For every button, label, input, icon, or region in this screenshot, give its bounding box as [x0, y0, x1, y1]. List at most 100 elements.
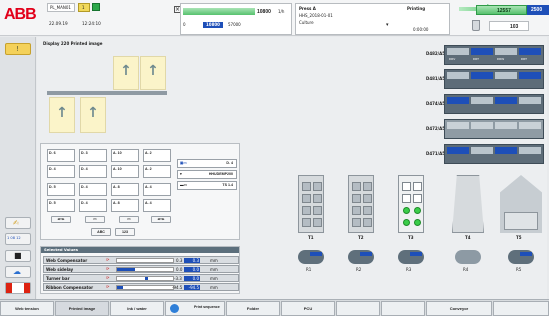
tower-unit — [352, 218, 361, 227]
plate-cell[interactable]: A. 2 — [143, 149, 171, 162]
plate-cell[interactable]: D. 5 — [47, 183, 75, 196]
header-time: 12:24:10 — [82, 21, 101, 26]
plate-cell[interactable]: D. 6 — [47, 149, 75, 162]
press-status: Printing — [407, 6, 426, 11]
up-arrow-icon: ↑ — [120, 63, 132, 79]
value-row[interactable]: Web sidelay ⟳ 0.0 0.0 mm — [43, 265, 239, 273]
side-field[interactable]: ▾ HHUDEMP200 — [177, 170, 237, 179]
plate-cell[interactable]: D. 4 — [79, 199, 107, 212]
reel-stand[interactable] — [348, 250, 374, 264]
value-slider[interactable] — [116, 285, 174, 290]
trash-icon[interactable] — [472, 20, 480, 31]
tile-cell — [519, 97, 541, 104]
reel-stand[interactable] — [298, 250, 324, 264]
side-field[interactable]: ▬▭ TS 1.4 — [177, 181, 237, 190]
printing-tower[interactable] — [348, 175, 374, 233]
tab-empty[interactable] — [336, 301, 380, 316]
value-row[interactable]: Ribbon Compensator ⟳ -94.5 -94.5 mm — [43, 283, 239, 291]
chevron-icon: ⟳ — [106, 275, 110, 280]
reel-indicator — [310, 252, 322, 256]
counter-good-value: 12557 — [497, 8, 511, 14]
plate-cell[interactable]: A. 10 — [111, 165, 139, 178]
page-sheet[interactable]: ↑ — [80, 97, 106, 133]
page-sheet[interactable]: ↑ — [113, 56, 139, 90]
tab-folder[interactable]: Folder — [226, 301, 280, 316]
reel-stand[interactable] — [508, 250, 534, 264]
next-button[interactable]: ◂▭▸ — [151, 216, 171, 223]
printing-tower[interactable] — [298, 175, 324, 233]
value-set: 0.0 — [192, 276, 199, 281]
value-unit: mm — [210, 276, 218, 281]
tab-label: Print sequence — [194, 305, 220, 309]
plate-cell[interactable]: A. 8 — [111, 183, 139, 196]
plate-cell[interactable]: A. 2 — [143, 165, 171, 178]
plate-cell[interactable]: D. 3 — [79, 149, 107, 162]
plate-cell[interactable]: D. 4 — [79, 183, 107, 196]
network-button[interactable]: 1 08 12 — [5, 233, 31, 245]
speed-panel: 10800 1/h 0 10800 57000 — [180, 3, 292, 35]
move-button[interactable]: ▭ — [119, 216, 139, 223]
value-set: -94.5 — [188, 285, 199, 290]
value-row[interactable]: Turner bar ⟳ -3.3 0.0 mm — [43, 274, 239, 282]
plate-cell[interactable]: A. 4 — [143, 183, 171, 196]
position-label: D471/A5 — [426, 151, 446, 156]
chevron-down-icon[interactable]: ▾ — [386, 23, 389, 28]
position-tile[interactable] — [444, 144, 544, 164]
signature-button[interactable]: ✍ — [5, 217, 31, 229]
tab-web-tension[interactable]: Web tension — [0, 301, 54, 316]
numeric-button[interactable]: 123 — [115, 228, 135, 236]
plate-cell[interactable]: A. 4 — [143, 199, 171, 212]
language-button[interactable] — [5, 282, 31, 294]
page-sheet[interactable]: ↑ — [140, 56, 166, 90]
plate-cell[interactable]: D. 4 — [79, 165, 107, 178]
position-tile[interactable] — [444, 119, 544, 139]
reel-label: R3 — [406, 267, 412, 272]
selected-values-title: Selected Values — [44, 247, 78, 252]
reel-stand[interactable] — [455, 250, 481, 264]
position-tile[interactable] — [444, 94, 544, 114]
up-arrow-icon: ↑ — [56, 105, 68, 121]
value-row[interactable]: Web Compensator ⟳ 0.3 0.3 mm — [43, 256, 239, 264]
tab-ink-water[interactable]: Ink / water — [110, 301, 164, 316]
plate-cell[interactable]: A. 8 — [111, 199, 139, 212]
position-tile[interactable] — [444, 69, 544, 89]
speed-target: 10800 — [206, 22, 220, 27]
tab-conveyor[interactable]: Conveyor — [426, 301, 492, 316]
tab-empty[interactable] — [493, 301, 549, 316]
tile-cell — [495, 122, 517, 129]
page-sheet[interactable]: ↑ — [49, 97, 75, 133]
position-label: D482/A5 — [426, 51, 446, 56]
tab-pcu[interactable]: PCU — [281, 301, 335, 316]
position-tile[interactable]: DRV DRT DRW DRT — [444, 45, 544, 65]
warning-button[interactable]: ! — [5, 43, 31, 55]
tile-cell — [495, 147, 517, 154]
camera-button[interactable]: ■ — [5, 250, 31, 262]
plate-cell[interactable]: A. 10 — [111, 149, 139, 162]
level-value: 1 — [82, 5, 85, 10]
prev-button[interactable]: ◂▭▸ — [51, 216, 71, 223]
printing-tower[interactable] — [398, 175, 424, 233]
reel-stand[interactable] — [398, 250, 424, 264]
tower-unit — [302, 206, 311, 215]
tower-unit — [313, 218, 322, 227]
press-timer: 0:00:00 — [413, 27, 429, 32]
tab-print-sequence[interactable]: Print sequence — [165, 301, 225, 316]
printing-tower[interactable] — [452, 175, 484, 233]
value-label: Web Compensator — [46, 258, 88, 263]
value-slider[interactable] — [116, 258, 174, 263]
tile-cell — [471, 72, 493, 79]
plate-cell[interactable]: D. 5 — [47, 199, 75, 212]
abc-button[interactable]: ABC — [91, 228, 111, 236]
plate-cell[interactable]: D. 4 — [47, 165, 75, 178]
selected-values-panel: Selected Values Web Compensator ⟳ 0.3 0.… — [40, 246, 240, 294]
cloud-button[interactable]: ☁ — [5, 266, 31, 278]
tab-printed-image[interactable]: Printed image — [55, 301, 109, 316]
tab-empty[interactable] — [381, 301, 425, 316]
level-badge: 1 — [78, 3, 90, 12]
user-field[interactable]: PL_MAN01 — [47, 3, 75, 12]
value-slider[interactable] — [116, 276, 174, 281]
center-button[interactable]: ▭ — [85, 216, 105, 223]
side-field[interactable]: ▣▭ D. 4 — [177, 159, 237, 168]
value-slider[interactable] — [116, 267, 174, 272]
active-unit-indicator — [414, 207, 421, 214]
